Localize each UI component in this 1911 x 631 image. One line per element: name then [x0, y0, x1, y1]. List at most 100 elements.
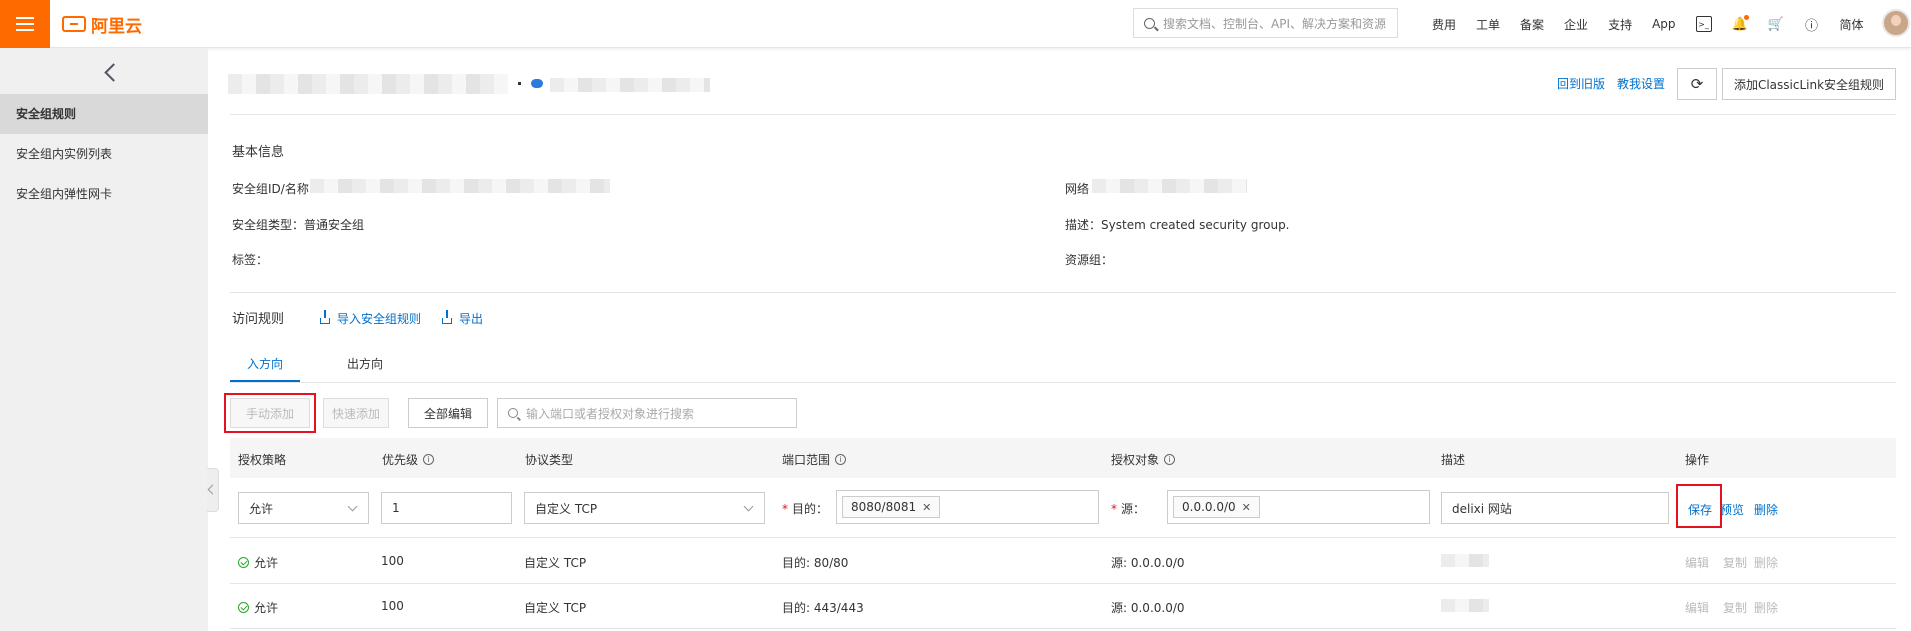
top-bar: 阿里云 搜索文档、控制台、API、解决方案和资源 费用 工单 备案 企业 支持 … — [0, 0, 1911, 48]
delete-button[interactable]: 删除 — [1754, 554, 1778, 571]
rule-search-input[interactable]: 输入端口或者授权对象进行搜索 — [497, 398, 797, 428]
table-row: 允许 100 自定义 TCP 目的: 80/80 源: 0.0.0.0/0 编辑… — [230, 539, 1896, 584]
notification-dot — [1743, 15, 1749, 20]
download-icon — [442, 309, 452, 324]
help-icon[interactable]: ⓘ — [1804, 16, 1820, 34]
nav-icp[interactable]: 备案 — [1520, 16, 1544, 33]
quick-add-button[interactable]: 快速添加 — [323, 398, 389, 428]
chevron-down-icon — [743, 501, 754, 512]
priority-cell: 100 — [381, 599, 404, 613]
sg-type-value: 普通安全组 — [304, 218, 365, 232]
sidebar-item-rules[interactable]: 安全组规则 — [0, 94, 208, 134]
cloud-icon — [531, 79, 543, 88]
sidebar-item-instances[interactable]: 安全组内实例列表 — [0, 134, 208, 174]
copy-button[interactable]: 复制 — [1723, 554, 1747, 571]
close-icon[interactable]: ✕ — [1242, 501, 1251, 514]
bell-icon[interactable]: 🔔 — [1731, 15, 1749, 32]
edit-all-button[interactable]: 全部编辑 — [408, 398, 488, 428]
sidebar-collapse-handle[interactable] — [207, 468, 219, 512]
resource-group-label: 资源组： — [1065, 253, 1114, 267]
col-description: 描述 — [1441, 453, 1466, 467]
check-circle-icon — [238, 557, 249, 568]
menu-button[interactable] — [0, 0, 50, 48]
delete-button[interactable]: 删除 — [1754, 501, 1778, 518]
refresh-icon: ⟳ — [1690, 75, 1704, 93]
port-cell: 目的: 443/443 — [782, 601, 864, 615]
preview-button[interactable]: 预览 — [1720, 501, 1744, 518]
tags-label: 标签： — [232, 253, 269, 267]
policy-cell: 允许 — [238, 554, 278, 571]
divider — [230, 292, 1896, 293]
description-value: System created security group. — [1101, 218, 1290, 232]
protocol-select[interactable]: 自定义 TCP — [524, 492, 765, 524]
sidebar: 安全组规则 安全组内实例列表 安全组内弹性网卡 — [0, 48, 208, 631]
hamburger-icon — [16, 17, 34, 31]
user-avatar[interactable] — [1882, 9, 1910, 37]
protocol-cell: 自定义 TCP — [524, 556, 587, 570]
highlight-box — [1676, 484, 1722, 528]
priority-input[interactable]: 1 — [381, 492, 512, 524]
rule-edit-row: 允许 1 自定义 TCP * 目的： 8080/8081 ✕ * 源： 0.0.0.0… — [230, 478, 1896, 538]
redacted-description — [1441, 599, 1489, 612]
port-range-input[interactable]: 8080/8081 ✕ — [836, 490, 1099, 524]
sidebar-item-eni[interactable]: 安全组内弹性网卡 — [0, 174, 208, 214]
table-row: 允许 100 自定义 TCP 目的: 443/443 源: 0.0.0.0/0 … — [230, 584, 1896, 629]
copy-button[interactable]: 复制 — [1723, 599, 1747, 616]
tabs-divider — [230, 382, 1896, 383]
global-search-input[interactable]: 搜索文档、控制台、API、解决方案和资源 — [1133, 8, 1398, 38]
info-icon[interactable]: i — [835, 454, 847, 465]
description-input[interactable]: delixi 网站 — [1441, 492, 1669, 524]
tutorial-link[interactable]: 教我设置 — [1617, 75, 1665, 92]
language-switch[interactable]: 简体 — [1840, 16, 1864, 33]
check-circle-icon — [238, 602, 249, 613]
access-rules-title: 访问规则 — [232, 312, 285, 327]
source-cell: 源: 0.0.0.0/0 — [1111, 601, 1185, 615]
export-link[interactable]: 导出 — [442, 309, 483, 327]
info-icon[interactable]: i — [423, 454, 435, 465]
info-icon[interactable]: i — [1164, 454, 1176, 465]
col-policy: 授权策略 — [238, 453, 287, 467]
source-label: * 源： — [1111, 502, 1146, 516]
tab-inbound[interactable]: 入方向 — [230, 355, 300, 372]
nav-tickets[interactable]: 工单 — [1476, 16, 1500, 33]
col-priority: 优先级 i — [382, 451, 435, 468]
terminal-icon[interactable]: >_ — [1695, 16, 1712, 32]
tab-outbound[interactable]: 出方向 — [330, 355, 400, 372]
delete-button[interactable]: 删除 — [1754, 599, 1778, 616]
import-rules-link[interactable]: 导入安全组规则 — [320, 309, 421, 327]
basic-info-title: 基本信息 — [232, 145, 285, 160]
col-source: 授权对象 i — [1111, 451, 1176, 468]
policy-select[interactable]: 允许 — [238, 492, 369, 524]
nav-support[interactable]: 支持 — [1608, 16, 1632, 33]
close-icon[interactable]: ✕ — [922, 501, 931, 514]
divider — [230, 114, 1896, 115]
redacted-description — [1441, 554, 1489, 567]
dest-label: * 目的： — [782, 502, 829, 516]
aliyun-logo[interactable]: 阿里云 — [62, 12, 142, 37]
protocol-cell: 自定义 TCP — [524, 601, 587, 615]
redacted-security-group-name — [228, 74, 508, 94]
port-cell: 目的: 80/80 — [782, 556, 849, 570]
edit-button[interactable]: 编辑 — [1685, 599, 1709, 616]
redacted-vpc-name — [550, 78, 710, 92]
nav-app[interactable]: App — [1652, 17, 1675, 31]
upload-icon — [320, 309, 330, 324]
col-protocol: 协议类型 — [525, 453, 574, 467]
edit-button[interactable]: 编辑 — [1685, 554, 1709, 571]
col-actions: 操作 — [1685, 453, 1710, 467]
refresh-button[interactable]: ⟳ — [1677, 68, 1717, 100]
top-nav: 费用 工单 备案 企业 支持 App >_ 🔔 🛒 ⓘ 简体 — [1432, 0, 1884, 48]
sg-id-label: 安全组ID/名称 — [232, 182, 309, 196]
nav-enterprise[interactable]: 企业 — [1564, 16, 1588, 33]
port-tag: 8080/8081 ✕ — [842, 496, 941, 518]
nav-fees[interactable]: 费用 — [1432, 16, 1456, 33]
separator-dot — [518, 82, 521, 85]
search-icon — [508, 408, 518, 418]
back-old-version-link[interactable]: 回到旧版 — [1557, 75, 1605, 92]
highlight-box — [224, 393, 316, 433]
add-classiclink-button[interactable]: 添加ClassicLink安全组规则 — [1722, 68, 1896, 100]
source-cell: 源: 0.0.0.0/0 — [1111, 556, 1185, 570]
cart-icon[interactable]: 🛒 — [1767, 16, 1783, 32]
back-chevron-icon[interactable] — [104, 62, 120, 86]
source-input[interactable]: 0.0.0.0/0 ✕ — [1167, 490, 1430, 524]
